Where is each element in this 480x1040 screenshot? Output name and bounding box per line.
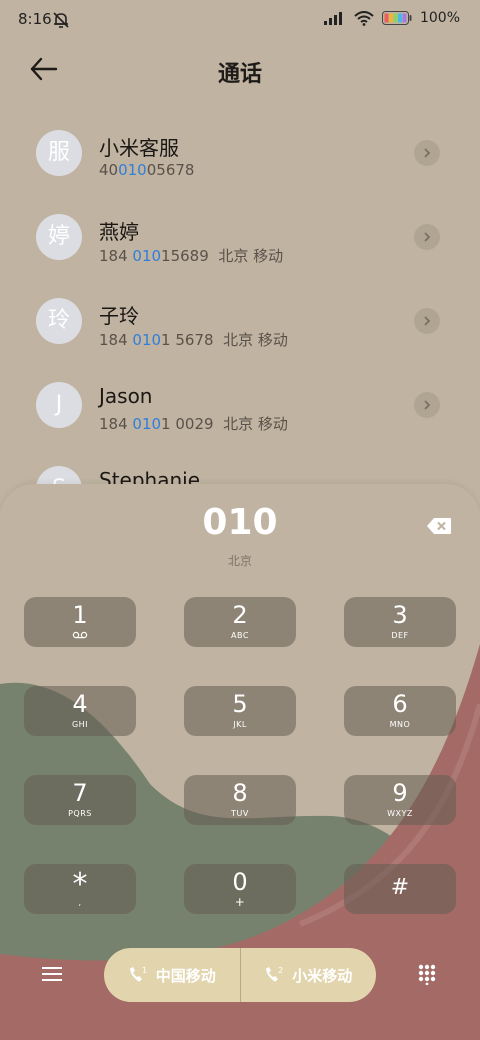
keypad-icon[interactable] xyxy=(417,963,437,985)
avatar: J xyxy=(36,382,82,428)
key-5[interactable]: 5 JKL xyxy=(184,686,296,736)
key-hash[interactable]: # xyxy=(344,864,456,914)
contact-name: Jason xyxy=(99,384,153,408)
signal-icon xyxy=(323,12,342,25)
backspace-icon[interactable] xyxy=(426,517,452,535)
contact-location: 北京 移动 xyxy=(223,415,288,433)
key-star[interactable]: * , xyxy=(24,864,136,914)
key-0[interactable]: 0 + xyxy=(184,864,296,914)
battery-icon xyxy=(381,11,412,25)
contact-number: 4001005678 xyxy=(99,161,195,179)
key-3[interactable]: 3 DEF xyxy=(344,597,456,647)
dialed-location: 北京 xyxy=(227,554,252,568)
status-bar: 8:16 100% xyxy=(0,0,480,40)
status-indicators: 100% xyxy=(323,10,460,26)
chevron-right-icon xyxy=(424,316,431,326)
chevron-right-icon xyxy=(424,400,431,410)
dialed-number: 010 xyxy=(202,502,278,543)
call-sim1-label: 中国移动 xyxy=(155,966,216,985)
call-sim1-button[interactable]: 1 中国移动 xyxy=(104,948,240,1002)
phone-icon: 1 xyxy=(129,966,147,982)
contact-results-list: 服 小米客服 4001005678 婷 燕婷 184 01015689 北京 移… xyxy=(0,112,480,532)
contact-detail-button[interactable] xyxy=(414,392,440,418)
contact-row[interactable]: 婷 燕婷 184 01015689 北京 移动 xyxy=(0,196,480,280)
contact-number: 184 0101 5678 北京 移动 xyxy=(99,331,288,349)
contact-number: 184 0101 0029 北京 移动 xyxy=(99,415,288,433)
status-time: 8:16 xyxy=(18,10,52,28)
contact-location: 北京 移动 xyxy=(218,247,284,265)
call-sim2-button[interactable]: 2 小米移动 xyxy=(239,948,377,1002)
contact-detail-button[interactable] xyxy=(414,308,440,334)
avatar: 服 xyxy=(36,130,82,176)
contact-location: 北京 移动 xyxy=(223,331,288,349)
call-sim2-label: 小米移动 xyxy=(292,966,353,985)
key-6[interactable]: 6 MNO xyxy=(344,686,456,736)
contact-name: 子玲 xyxy=(99,304,139,328)
key-9[interactable]: 9 WXYZ xyxy=(344,775,456,825)
contact-name: 燕婷 xyxy=(99,220,139,244)
sim-badge: 2 xyxy=(278,966,283,975)
phone-icon: 2 xyxy=(266,966,283,982)
chevron-right-icon xyxy=(424,148,431,158)
contact-number: 184 01015689 北京 移动 xyxy=(99,247,284,265)
menu-icon[interactable] xyxy=(40,964,64,984)
contact-name: 小米客服 xyxy=(99,136,179,160)
bell-muted-icon xyxy=(53,12,69,28)
contact-row[interactable]: 玲 子玲 184 0101 5678 北京 移动 xyxy=(0,280,480,364)
key-8[interactable]: 8 TUV xyxy=(184,775,296,825)
key-1[interactable]: 1 xyxy=(24,597,136,647)
contact-row[interactable]: J Jason 184 0101 0029 北京 移动 xyxy=(0,364,480,448)
key-7[interactable]: 7 PQRS xyxy=(24,775,136,825)
page-title: 通话 xyxy=(217,62,262,87)
contact-detail-button[interactable] xyxy=(414,224,440,250)
call-buttons: 1 中国移动 2 小米移动 xyxy=(104,948,376,1002)
avatar: 婷 xyxy=(36,214,82,260)
chevron-right-icon xyxy=(424,232,431,242)
avatar: 玲 xyxy=(36,298,82,344)
battery-percent: 100% xyxy=(419,10,460,26)
contact-row[interactable]: 服 小米客服 4001005678 xyxy=(0,112,480,196)
wifi-icon xyxy=(354,10,374,26)
voicemail-icon xyxy=(72,631,88,639)
key-4[interactable]: 4 GHI xyxy=(24,686,136,736)
contact-detail-button[interactable] xyxy=(414,140,440,166)
key-2[interactable]: 2 ABC xyxy=(184,597,296,647)
sim-badge: 1 xyxy=(142,966,147,975)
